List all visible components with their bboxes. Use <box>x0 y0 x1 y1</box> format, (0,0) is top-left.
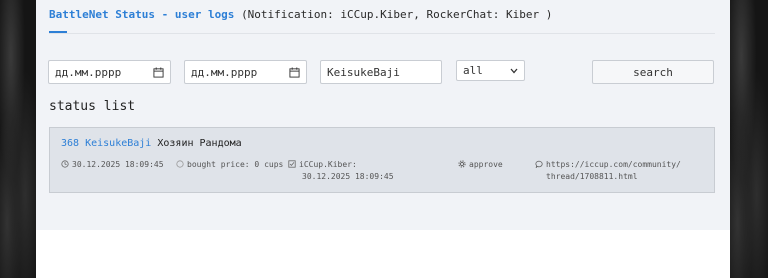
search-button[interactable]: search <box>592 60 714 84</box>
log-price: bought price: 0 cups <box>176 159 283 171</box>
calendar-icon[interactable] <box>153 66 164 78</box>
chevron-down-icon <box>510 68 518 73</box>
log-link-line2[interactable]: thread/1708811.html <box>535 172 638 181</box>
calendar-icon[interactable] <box>289 66 300 78</box>
log-action: approve <box>458 159 503 171</box>
date-to-placeholder: дд.мм.рррр <box>191 65 258 79</box>
user-filter-input[interactable]: KeisukeBaji <box>320 60 442 84</box>
log-entry: 368 KeisukeBaji Хозяин Рандома 30.12.202… <box>49 127 715 193</box>
coin-icon <box>176 160 184 168</box>
log-approver-time: 30.12.2025 18:09:45 <box>302 172 394 181</box>
clock-icon <box>61 160 69 168</box>
log-time-value: 30.12.2025 18:09:45 <box>72 160 164 169</box>
log-user-link[interactable]: KeisukeBaji <box>85 138 151 149</box>
user-filter-value: KeisukeBaji <box>327 65 400 79</box>
log-id[interactable]: 368 <box>61 138 79 149</box>
checkbox-icon <box>288 160 296 168</box>
log-price-value: bought price: 0 cups <box>187 160 284 169</box>
log-entry-title: 368 KeisukeBaji Хозяин Рандома <box>61 138 242 149</box>
section-title: status list <box>49 99 136 114</box>
log-time: 30.12.2025 18:09:45 <box>61 159 164 171</box>
log-approver-name: iCCup.Kiber: <box>299 160 357 169</box>
comment-icon <box>535 160 543 168</box>
log-approver: iCCup.Kiber: 30.12.2025 18:09:45 <box>288 159 394 183</box>
log-status-text: Хозяин Рандома <box>157 138 242 149</box>
page-header: BattleNet Status - user logs (Notificati… <box>49 8 552 21</box>
date-to-field[interactable]: дд.мм.рррр <box>184 60 307 84</box>
status-select-value: all <box>463 64 483 77</box>
search-button-label: search <box>633 65 673 79</box>
log-action-value: approve <box>469 160 503 169</box>
notification-text: (Notification: iCCup.Kiber, RockerChat: … <box>241 8 553 21</box>
log-link[interactable]: https://iccup.com/community/ thread/1708… <box>535 159 681 183</box>
header-divider <box>49 33 715 34</box>
status-select[interactable]: all <box>456 60 525 81</box>
main-panel: BattleNet Status - user logs (Notificati… <box>36 0 730 230</box>
tab-user-logs[interactable]: BattleNet Status - user logs <box>49 8 234 21</box>
background-right <box>730 0 768 278</box>
date-from-field[interactable]: дд.мм.рррр <box>48 60 171 84</box>
gear-icon <box>458 160 466 168</box>
date-from-placeholder: дд.мм.рррр <box>55 65 122 79</box>
footer-area <box>36 230 730 278</box>
log-link-line1[interactable]: https://iccup.com/community/ <box>546 160 681 169</box>
background-left <box>0 0 36 278</box>
